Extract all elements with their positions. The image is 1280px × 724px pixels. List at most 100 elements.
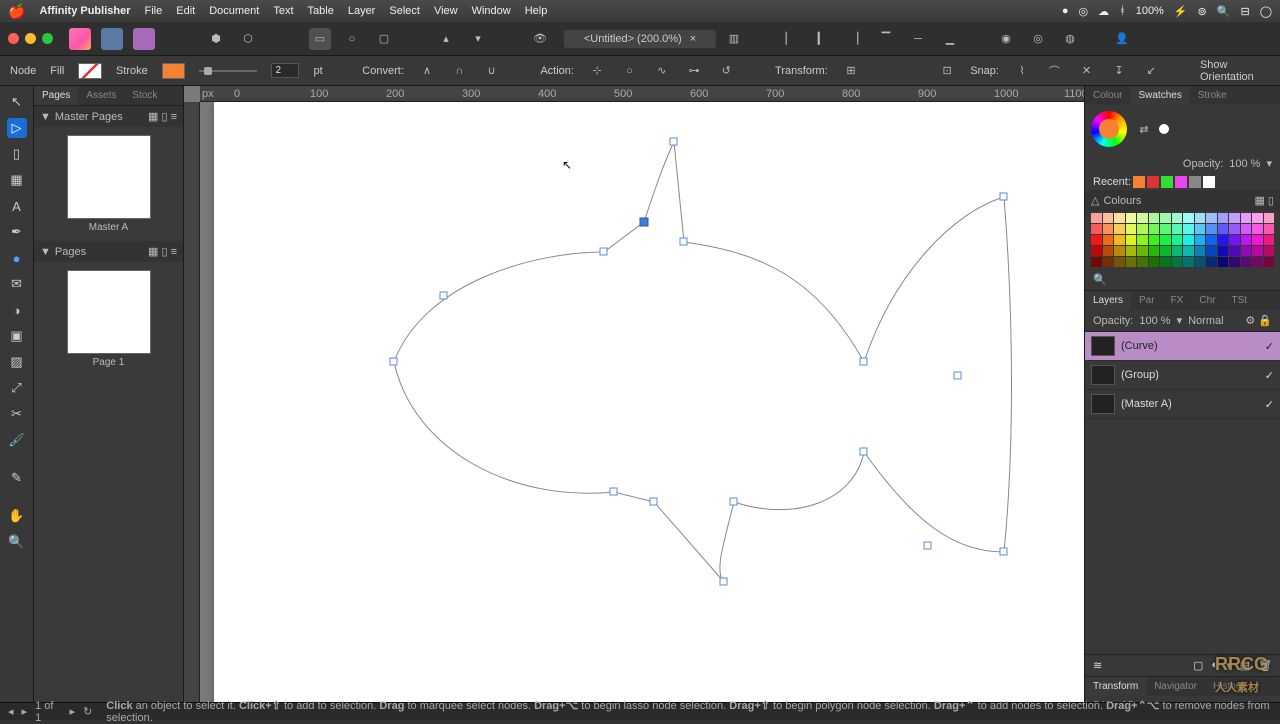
canvas-area[interactable]: px 0 100 200 300 400 500 600 700 800 900… — [184, 86, 1084, 716]
swatch-cell[interactable] — [1114, 213, 1125, 223]
swatch-cell[interactable] — [1195, 246, 1206, 256]
stroke-swatch[interactable] — [162, 63, 186, 79]
align-bottom-icon[interactable]: ▁ — [939, 28, 961, 50]
swatch-cell[interactable] — [1172, 213, 1183, 223]
align-top-icon[interactable]: ▔ — [875, 28, 897, 50]
swatch-cell[interactable] — [1264, 257, 1275, 267]
recent-swatch[interactable] — [1133, 176, 1145, 188]
preflight-settings-icon[interactable]: ⬡ — [237, 28, 259, 50]
shape-tool-icon[interactable]: ● — [7, 248, 27, 268]
hand-tool-icon[interactable]: ✋ — [7, 506, 27, 526]
shape-rect-icon[interactable]: ▭ — [309, 28, 331, 50]
zoom-window-button[interactable] — [42, 33, 53, 44]
blend-mode-select[interactable]: Normal — [1188, 315, 1223, 327]
eyedropper-tool-icon[interactable]: ✎ — [7, 468, 27, 488]
menu-file[interactable]: File — [145, 5, 163, 17]
swatch-cell[interactable] — [1114, 257, 1125, 267]
document-tab[interactable]: <Untitled> (200.0%) × — [564, 30, 716, 48]
pages-options-icon[interactable]: ▦ ▯ ≡ — [148, 245, 177, 258]
swatch-cell[interactable] — [1126, 235, 1137, 245]
airdrop-icon[interactable]: ◎ — [1078, 5, 1088, 18]
show-orientation-label[interactable]: Show Orientation — [1200, 59, 1270, 83]
swatch-cell[interactable] — [1252, 257, 1263, 267]
transparency-tool-icon[interactable]: ⤢ — [7, 378, 27, 398]
action-close-icon[interactable]: ○ — [620, 60, 638, 82]
swap-colors-icon[interactable]: ⇄ — [1133, 118, 1155, 140]
tab-stock[interactable]: Stock — [124, 86, 165, 105]
bool-intersect-icon[interactable]: ◍ — [1059, 28, 1081, 50]
convert-sharp-icon[interactable]: ∧ — [418, 60, 436, 82]
tab-fx[interactable]: FX — [1163, 291, 1192, 310]
swatch-cell[interactable] — [1183, 213, 1194, 223]
swatch-cell[interactable] — [1241, 224, 1252, 234]
color-wheel[interactable] — [1091, 111, 1127, 147]
align-middle-icon[interactable]: ─ — [907, 28, 929, 50]
swatch-cell[interactable] — [1114, 246, 1125, 256]
swatch-cell[interactable] — [1126, 213, 1137, 223]
swatch-cell[interactable] — [1229, 235, 1240, 245]
swatch-cell[interactable] — [1103, 257, 1114, 267]
tab-assets[interactable]: Assets — [78, 86, 124, 105]
artistic-text-tool-icon[interactable]: A — [7, 196, 27, 216]
swatch-cell[interactable] — [1183, 257, 1194, 267]
swatch-cell[interactable] — [1160, 224, 1171, 234]
swatch-cell[interactable] — [1183, 224, 1194, 234]
pen-tool-icon[interactable]: ✒ — [7, 222, 27, 242]
swatch-cell[interactable] — [1160, 257, 1171, 267]
menu-table[interactable]: Table — [308, 5, 334, 17]
swatch-cell[interactable] — [1114, 235, 1125, 245]
node-tool-icon[interactable]: ▷ — [7, 118, 27, 138]
account-icon[interactable]: 👤 — [1111, 28, 1133, 50]
swatch-cell[interactable] — [1218, 246, 1229, 256]
swatch-cell[interactable] — [1218, 257, 1229, 267]
anchor-down-icon[interactable]: ▾ — [467, 28, 489, 50]
swatch-cell[interactable] — [1103, 235, 1114, 245]
tab-par[interactable]: Par — [1131, 291, 1163, 310]
swatch-cell[interactable] — [1252, 235, 1263, 245]
snap-5-icon[interactable]: ↙ — [1142, 60, 1160, 82]
swatch-cell[interactable] — [1241, 235, 1252, 245]
layer-visible-checkbox[interactable]: ✓ — [1265, 369, 1274, 382]
layer-visible-checkbox[interactable]: ✓ — [1265, 398, 1274, 411]
snap-3-icon[interactable]: ✕ — [1078, 60, 1096, 82]
swatch-cell[interactable] — [1091, 224, 1102, 234]
user-icon[interactable]: ◯ — [1260, 5, 1272, 18]
swatch-cell[interactable] — [1091, 235, 1102, 245]
crop-tool-icon[interactable]: ✂ — [7, 404, 27, 424]
color-picker-tool-icon[interactable]: 🖌 — [7, 430, 27, 450]
menu-layer[interactable]: Layer — [348, 5, 376, 17]
swatch-cell[interactable] — [1206, 246, 1217, 256]
curve-path[interactable] — [214, 102, 1074, 702]
swatch-cell[interactable] — [1195, 213, 1206, 223]
swatch-cell[interactable] — [1218, 235, 1229, 245]
swatch-cell[interactable] — [1103, 213, 1114, 223]
swatch-cell[interactable] — [1114, 224, 1125, 234]
swatch-cell[interactable] — [1172, 224, 1183, 234]
chevron-down-icon[interactable]: ▾ — [1177, 314, 1183, 327]
shape-ellipse-icon[interactable]: ○ — [341, 28, 363, 50]
swatch-cell[interactable] — [1149, 235, 1160, 245]
transform-origin-icon[interactable]: ⊡ — [938, 60, 956, 82]
preflight-icon[interactable]: ⬢ — [205, 28, 227, 50]
align-center-icon[interactable]: ▎ — [811, 28, 833, 50]
shape-rounded-icon[interactable]: ▢ — [373, 28, 395, 50]
master-a-thumb[interactable]: Master A — [67, 135, 151, 233]
swatch-cell[interactable] — [1172, 246, 1183, 256]
snap-2-icon[interactable]: ⌒ — [1045, 60, 1063, 82]
page-1-thumb[interactable]: Page 1 — [67, 270, 151, 368]
play-icon[interactable]: ▸ — [70, 705, 76, 718]
tab-layers[interactable]: Layers — [1085, 291, 1131, 310]
recent-swatch[interactable] — [1147, 176, 1159, 188]
apple-icon[interactable]: 🍎 — [8, 3, 25, 20]
bluetooth-icon[interactable]: ᚼ — [1119, 5, 1126, 17]
swatch-cell[interactable] — [1229, 224, 1240, 234]
swatch-cell[interactable] — [1091, 257, 1102, 267]
swatch-cell[interactable] — [1137, 246, 1148, 256]
swatch-cell[interactable] — [1229, 213, 1240, 223]
swatch-cell[interactable] — [1103, 224, 1114, 234]
layer-opacity-value[interactable]: 100 % — [1139, 315, 1170, 327]
master-options-icon[interactable]: ▦ ▯ ≡ — [148, 110, 177, 123]
swatch-cell[interactable] — [1183, 235, 1194, 245]
swatch-cell[interactable] — [1229, 257, 1240, 267]
swatch-cell[interactable] — [1206, 224, 1217, 234]
